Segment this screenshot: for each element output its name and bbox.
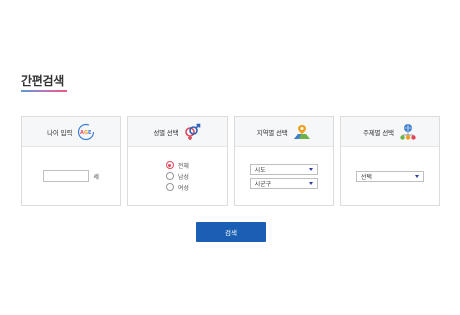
- page-title-wrap: 간편검색: [21, 72, 67, 92]
- gender-option-all[interactable]: 전체: [165, 161, 189, 170]
- gender-card-body: 전체 남성 여성: [128, 147, 226, 205]
- age-card: 나이 입력 A G E 세: [21, 116, 122, 206]
- chevron-down-icon: [308, 181, 313, 185]
- title-underline: [21, 90, 67, 92]
- topic-card-label: 주제별 선택: [362, 128, 394, 137]
- topic-card-header: 주제별 선택: [340, 117, 439, 147]
- topic-card-body: 선택: [341, 147, 439, 205]
- chevron-down-icon: [414, 174, 419, 178]
- gender-option-female[interactable]: 여성: [165, 183, 189, 192]
- gender-card-header: 성별 선택: [128, 117, 227, 147]
- map-pin-icon: [293, 123, 311, 141]
- age-icon: A G E: [77, 123, 95, 141]
- gender-radio-group: 전체 남성 여성: [165, 161, 189, 192]
- gender-option-male[interactable]: 남성: [165, 172, 189, 181]
- age-unit: 세: [93, 173, 99, 181]
- age-card-body: 세: [22, 147, 120, 205]
- region-card-label: 지역별 선택: [256, 128, 288, 137]
- search-cards: 나이 입력 A G E 세 성별 선택 전체 남성 여성 지역별 선택 시도 시…: [21, 116, 440, 206]
- gender-radio-all[interactable]: [165, 161, 174, 169]
- region-district-select[interactable]: 시군구: [249, 177, 318, 189]
- network-icon: [399, 123, 417, 141]
- age-input-row: 세: [43, 170, 99, 182]
- search-button[interactable]: 검색: [196, 222, 266, 242]
- age-card-label: 나이 입력: [47, 128, 73, 137]
- gender-card-label: 성별 선택: [153, 128, 179, 137]
- gender-radio-female[interactable]: [165, 183, 174, 191]
- age-input[interactable]: [43, 170, 90, 182]
- gender-option-all-label: 전체: [177, 162, 189, 170]
- topic-select[interactable]: 선택: [355, 170, 424, 182]
- svg-text:E: E: [88, 130, 92, 136]
- gender-symbol-icon: [183, 123, 201, 141]
- chevron-down-icon: [308, 167, 313, 171]
- gender-card: 성별 선택 전체 남성 여성: [127, 116, 228, 206]
- gender-radio-male[interactable]: [165, 172, 174, 180]
- region-province-value: 시도: [254, 166, 266, 174]
- topic-select-value: 선택: [360, 173, 372, 181]
- page-title: 간편검색: [21, 74, 64, 88]
- region-district-value: 시군구: [254, 180, 272, 188]
- region-card-header: 지역별 선택: [234, 117, 333, 147]
- region-card: 지역별 선택 시도 시군구: [233, 116, 334, 206]
- gender-option-female-label: 여성: [177, 184, 189, 192]
- topic-card: 주제별 선택 선택: [339, 116, 440, 206]
- age-card-header: 나이 입력 A G E: [22, 117, 121, 147]
- region-card-body: 시도 시군구: [235, 147, 333, 205]
- gender-option-male-label: 남성: [177, 173, 189, 181]
- region-province-select[interactable]: 시도: [249, 163, 318, 175]
